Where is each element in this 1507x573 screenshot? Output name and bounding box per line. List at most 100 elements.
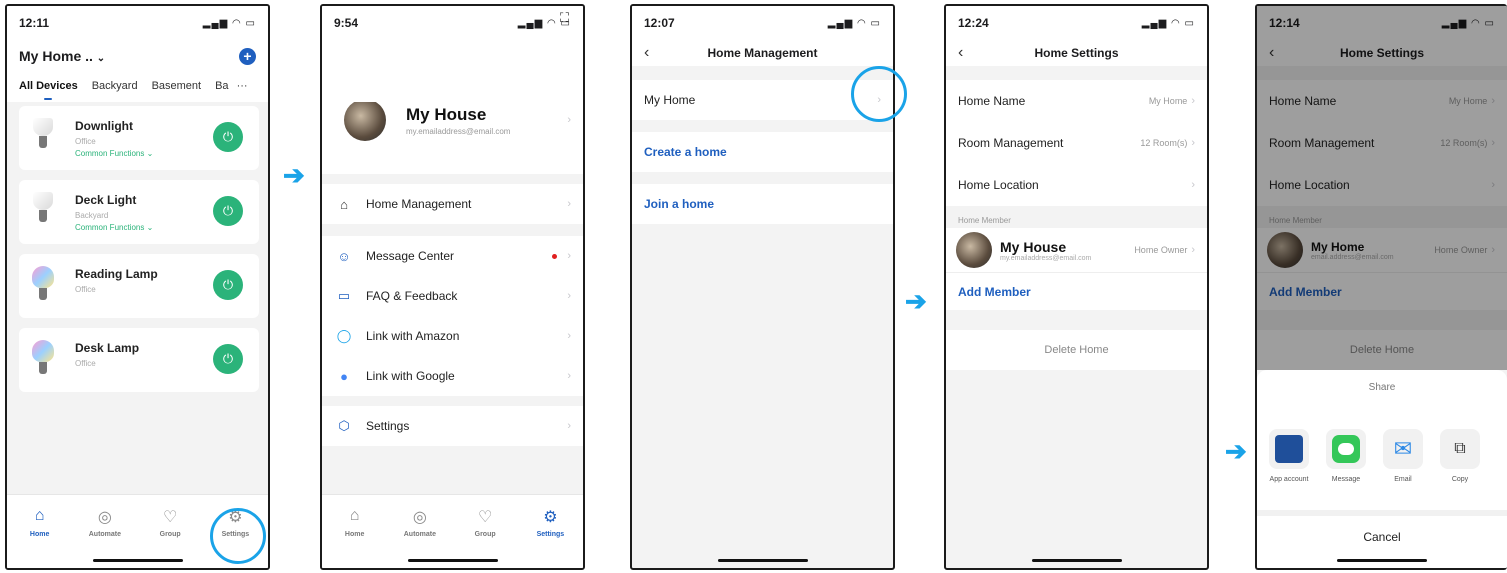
delete-home-button[interactable]: Delete Home (946, 330, 1207, 370)
book-icon: ▭ (337, 288, 351, 303)
tab-home[interactable]: ⌂ Home (15, 507, 65, 568)
join-home-link[interactable]: Join a home (632, 184, 893, 224)
chevron-right-icon: › (567, 290, 571, 302)
chevron-right-icon: › (567, 420, 571, 432)
member-row[interactable]: My House my.emailaddress@email.com Home … (946, 228, 1207, 272)
status-time: 12:24 (958, 16, 989, 30)
create-home-link[interactable]: Create a home (632, 132, 893, 172)
add-device-icon[interactable]: + (239, 47, 256, 65)
menu-faq-feedback[interactable]: ▭ FAQ & Feedback › (322, 276, 583, 316)
avatar (956, 232, 992, 268)
tab-basement[interactable]: Basement (152, 80, 202, 92)
signal-wifi-battery-icon: ▂▄▆ ◠ ▭ (202, 17, 256, 29)
home-location-row[interactable]: Home Location › (946, 164, 1207, 206)
signal-wifi-battery-icon: ▂▄▆ ◠ ▭ (827, 17, 881, 29)
chevron-right-icon: › (1191, 179, 1195, 191)
share-app-account[interactable]: App account (1266, 429, 1312, 483)
tab-backyard[interactable]: Backyard (92, 80, 138, 92)
scan-icon[interactable]: ⛶ (560, 10, 569, 26)
group-icon: ♡ (162, 509, 178, 526)
chevron-right-icon: › (1191, 244, 1195, 256)
menu-link-amazon[interactable]: ◯ Link with Amazon › (322, 316, 583, 356)
message-bubble-icon (1326, 429, 1366, 469)
status-bar: 12:24 ▂▄▆ ◠ ▭ (946, 6, 1207, 40)
more-icon[interactable]: ··· (237, 80, 248, 92)
copy-icon: ⧉ (1440, 429, 1480, 469)
cancel-button[interactable]: Cancel (1257, 510, 1507, 558)
home-icon: ⌂ (34, 507, 45, 524)
device-card-deck-light[interactable]: Deck Light Backyard Common Functions ⌄ ⏻ (19, 180, 259, 244)
home-indicator (1337, 559, 1427, 562)
avatar (344, 99, 386, 141)
alexa-icon: ◯ (336, 328, 352, 343)
back-chevron-icon[interactable]: ‹ (958, 44, 963, 62)
home-header: My Home .. ⌄ + (7, 40, 268, 68)
email-envelope-icon: ✉ (1383, 429, 1423, 469)
group-icon: ♡ (477, 509, 493, 526)
device-room: Office (75, 137, 96, 146)
arrow-right-icon: ➔ (1225, 436, 1247, 466)
arrow-right-icon: ➔ (283, 160, 305, 190)
profile-header: 9:54 ▂▄▆ ◠ ▭ ⛶ (322, 6, 583, 102)
common-functions-link[interactable]: Common Functions ⌄ (75, 223, 153, 232)
home-indicator (717, 559, 808, 562)
tab-home[interactable]: ⌂ Home (330, 507, 380, 568)
profile-row[interactable]: My House my.emailaddress@email.com › (322, 90, 583, 174)
menu-settings[interactable]: ⬡ Settings › (322, 406, 583, 446)
chevron-right-icon: › (567, 198, 571, 210)
back-chevron-icon[interactable]: ‹ (644, 44, 649, 62)
share-sheet: Share App account Message ✉ Email ⧉ Copy… (1257, 370, 1507, 568)
phone-screen-settings: 9:54 ▂▄▆ ◠ ▭ ⛶ My House my.emailaddress@… (320, 4, 585, 570)
status-time: 9:54 (334, 16, 359, 30)
member-email: my.emailaddress@email.com (1000, 254, 1092, 262)
home-member-section-label: Home Member (958, 216, 1011, 225)
tab-ba[interactable]: Ba (215, 80, 228, 92)
settings-hex-icon: ⬡ (338, 418, 350, 433)
menu-message-center[interactable]: ☺ Message Center › (322, 236, 583, 276)
automate-icon: ◎ (97, 509, 112, 526)
menu-link-google[interactable]: ● Link with Google › (322, 356, 583, 396)
phone-screen-devices: 12:11 ▂▄▆ ◠ ▭ My Home .. ⌄ + All Devices… (5, 4, 270, 570)
phone-screen-home-settings: 12:24 ▂▄▆ ◠ ▭ ‹ Home Settings Home Name M… (944, 4, 1209, 570)
device-card-downlight[interactable]: Downlight Office Common Functions ⌄ ⏻ (19, 106, 259, 170)
home-selector[interactable]: My Home .. ⌄ (19, 48, 105, 64)
share-message[interactable]: Message (1323, 429, 1369, 483)
common-functions-link[interactable]: Common Functions ⌄ (75, 149, 153, 158)
room-management-row[interactable]: Room Management 12 Room(s) › (946, 122, 1207, 164)
bulb-icon (31, 190, 55, 230)
profile-email: my.emailaddress@email.com (406, 126, 511, 136)
device-card-desk-lamp[interactable]: Desk Lamp Office ⏻ (19, 328, 259, 392)
power-button[interactable]: ⏻ (213, 270, 243, 300)
power-button[interactable]: ⏻ (213, 122, 243, 152)
nav-bar: ‹ Home Management (632, 40, 893, 66)
power-button[interactable]: ⏻ (213, 196, 243, 226)
dim-overlay[interactable] (1257, 6, 1507, 370)
settings-highlight-circle (210, 508, 266, 564)
device-name: Downlight (75, 119, 133, 133)
add-member-link[interactable]: Add Member (946, 272, 1207, 310)
device-room: Office (75, 359, 96, 368)
share-title: Share (1368, 382, 1396, 393)
home-name-row[interactable]: Home Name My Home › (946, 80, 1207, 122)
chevron-right-icon: › (567, 114, 571, 126)
tab-all-devices[interactable]: All Devices (19, 80, 78, 100)
home-indicator (92, 559, 183, 562)
nav-bar: ‹ Home Settings (946, 40, 1207, 66)
share-email[interactable]: ✉ Email (1380, 429, 1426, 483)
tab-settings[interactable]: ⚙ Settings (525, 507, 575, 568)
phone-screen-share-sheet: 12:14 ▂▄▆ ◠ ▭ ‹ Home Settings Home Name M… (1255, 4, 1507, 570)
chevron-right-icon: › (1191, 137, 1195, 149)
bulb-icon (31, 116, 55, 156)
device-room: Office (75, 285, 96, 294)
chevron-right-icon: › (567, 370, 571, 382)
share-copy[interactable]: ⧉ Copy (1437, 429, 1483, 483)
menu-home-management[interactable]: ⌂ Home Management › (322, 184, 583, 224)
rgb-bulb-icon (31, 338, 55, 378)
device-name: Deck Light (75, 193, 137, 207)
status-time: 12:11 (19, 16, 50, 30)
power-button[interactable]: ⏻ (213, 344, 243, 374)
share-options: App account Message ✉ Email ⧉ Copy (1257, 429, 1507, 483)
status-bar: 9:54 ▂▄▆ ◠ ▭ (322, 6, 583, 40)
device-card-reading-lamp[interactable]: Reading Lamp Office ⏻ (19, 254, 259, 318)
google-assistant-icon: ● (340, 368, 348, 384)
